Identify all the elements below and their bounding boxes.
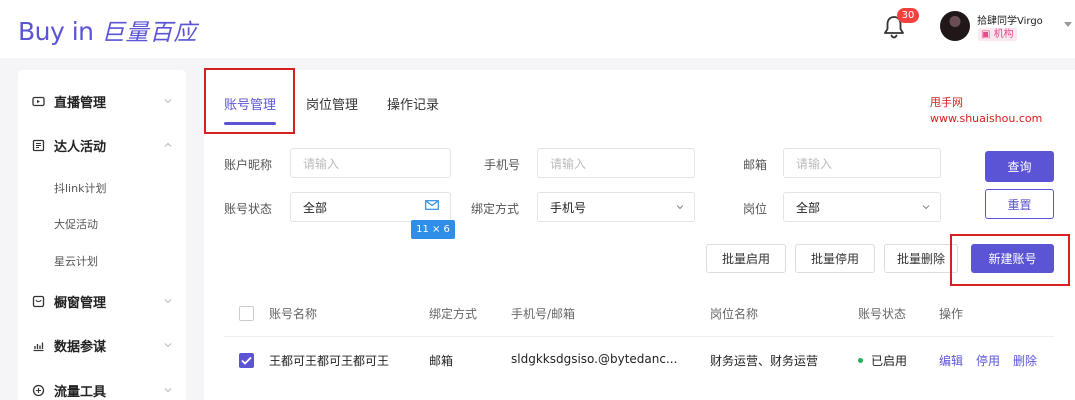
bind-method-value: 手机号 <box>550 200 587 215</box>
row-checkbox[interactable] <box>239 353 254 368</box>
phone-input[interactable]: 请输入 <box>537 148 695 178</box>
status-dot-icon <box>858 358 863 363</box>
chevron-down-icon <box>164 299 172 304</box>
col-header-contact: 手机号/邮箱 <box>511 307 576 321</box>
caret-down-icon[interactable] <box>1064 22 1072 27</box>
tab-operation-log[interactable]: 操作记录 <box>387 94 439 113</box>
bind-method-select[interactable]: 手机号 <box>537 192 695 222</box>
sidebar-item-label: 达人活动 <box>54 139 107 155</box>
watermark-line1: 甩手网 <box>930 96 963 109</box>
batch-delete-button[interactable]: 批量删除 <box>884 244 958 273</box>
chevron-down-icon <box>164 388 172 393</box>
top-bar: Buy in 巨量百应 30 拾肆同学Virgo ▣ 机构 <box>0 0 1075 58</box>
query-button[interactable]: 查询 <box>985 151 1054 182</box>
nickname-input[interactable]: 请输入 <box>290 148 451 178</box>
tab-position-management[interactable]: 岗位管理 <box>306 94 358 113</box>
activity-icon <box>32 139 45 151</box>
watermark-line2: www.shuaishou.com <box>930 112 1043 125</box>
mail-icon <box>425 200 439 210</box>
user-name[interactable]: 拾肆同学Virgo <box>977 12 1043 27</box>
sidebar-subitem-doulink[interactable]: 抖link计划 <box>54 180 106 196</box>
sidebar-subitem-xingyun[interactable]: 星云计划 <box>54 253 98 269</box>
sidebar-item-activity[interactable]: 达人活动 <box>18 130 186 160</box>
phone-label: 手机号 <box>484 158 521 172</box>
batch-enable-button[interactable]: 批量启用 <box>706 244 786 273</box>
cell-position: 财务运营、财务运营 <box>710 354 819 368</box>
delete-link[interactable]: 删除 <box>1013 352 1037 369</box>
sidebar-item-data[interactable]: 数据参谋 <box>18 330 186 360</box>
cell-status: 已启用 <box>871 354 908 368</box>
sidebar-item-window[interactable]: 橱窗管理 <box>18 286 186 316</box>
notification-badge: 30 <box>897 8 919 23</box>
chevron-down-icon <box>164 343 172 348</box>
chevron-down-icon <box>922 205 930 210</box>
sidebar-item-label: 数据参谋 <box>54 339 107 355</box>
sidebar-item-traffic[interactable]: 流量工具 <box>18 375 186 400</box>
live-icon <box>32 96 45 106</box>
bind-method-label: 绑定方式 <box>471 202 520 216</box>
user-role-badge: ▣ 机构 <box>978 28 1017 41</box>
sidebar-item-live[interactable]: 直播管理 <box>18 86 186 116</box>
col-header-actions: 操作 <box>939 307 964 321</box>
col-header-status: 账号状态 <box>858 307 907 321</box>
sidebar-item-label: 橱窗管理 <box>54 295 107 311</box>
position-select-value: 全部 <box>796 200 821 215</box>
highlight-box-tab <box>204 68 295 134</box>
avatar[interactable] <box>940 11 970 41</box>
reset-button[interactable]: 重置 <box>985 189 1054 219</box>
select-all-checkbox[interactable] <box>239 306 254 321</box>
batch-disable-button[interactable]: 批量停用 <box>795 244 875 273</box>
check-icon <box>241 356 252 365</box>
chevron-down-icon <box>164 99 172 104</box>
highlight-box-create <box>950 234 1070 286</box>
logo-text-en: Buy in <box>18 17 94 46</box>
sidebar-item-label: 直播管理 <box>54 95 107 111</box>
nickname-placeholder: 请输入 <box>303 156 340 171</box>
email-input[interactable]: 请输入 <box>783 148 941 178</box>
edit-link[interactable]: 编辑 <box>939 352 963 369</box>
sidebar-subitem-promo[interactable]: 大促活动 <box>54 216 98 232</box>
data-icon <box>33 342 44 351</box>
col-header-bind-method: 绑定方式 <box>429 307 478 321</box>
user-role-label: 机构 <box>993 29 1014 40</box>
sidebar-item-label: 流量工具 <box>54 384 107 400</box>
email-label: 邮箱 <box>743 158 768 172</box>
chevron-down-icon <box>676 205 684 210</box>
window-icon <box>32 295 45 307</box>
phone-placeholder: 请输入 <box>550 156 587 171</box>
logo-text-cn: 巨量百应 <box>101 20 198 46</box>
role-icon: ▣ <box>981 29 991 40</box>
status-label: 账号状态 <box>224 202 273 216</box>
status-select-value: 全部 <box>303 200 328 215</box>
email-placeholder: 请输入 <box>796 156 833 171</box>
position-label: 岗位 <box>743 202 768 216</box>
traffic-icon <box>32 384 45 396</box>
size-tooltip: 11 × 6 <box>411 220 455 239</box>
position-select[interactable]: 全部 <box>783 192 941 222</box>
cell-bind-method: 邮箱 <box>429 354 454 368</box>
disable-link[interactable]: 停用 <box>976 352 1000 369</box>
col-header-account-name: 账号名称 <box>269 307 318 321</box>
nickname-label: 账户昵称 <box>224 158 273 172</box>
cell-account-name: 王都可王都可王都可王 <box>269 354 390 368</box>
table-divider <box>224 336 1054 337</box>
brand-logo[interactable]: Buy in 巨量百应 <box>18 13 198 47</box>
cell-contact: sldgkksdgsiso.@bytedanc... <box>511 352 678 366</box>
col-header-position: 岗位名称 <box>710 307 759 321</box>
chevron-up-icon <box>164 142 172 147</box>
